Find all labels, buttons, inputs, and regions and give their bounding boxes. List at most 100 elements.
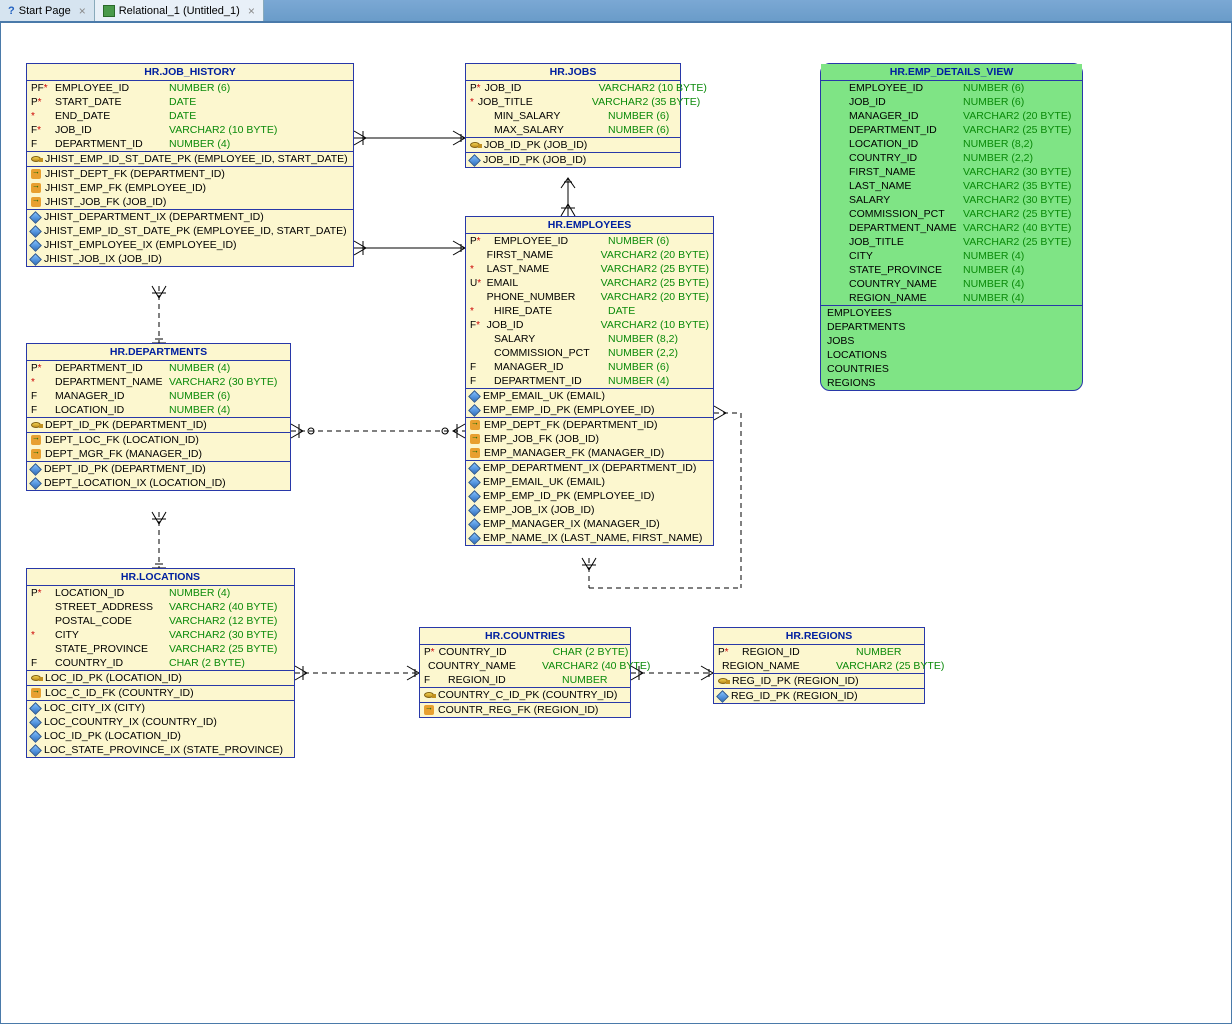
- idx-label: JOB_ID_PK (JOB_ID): [483, 154, 586, 166]
- row: U*EMAILVARCHAR2 (25 BYTE): [466, 276, 713, 290]
- index-icon: [468, 490, 481, 503]
- col-name: FIRST_NAME: [849, 166, 959, 178]
- row: STATE_PROVINCEVARCHAR2 (25 BYTE): [27, 642, 294, 656]
- fk-label: LOC_C_ID_FK (COUNTRY_ID): [45, 687, 194, 699]
- col-name: DEPARTMENT_NAME: [849, 222, 959, 234]
- columns-section: P*JOB_IDVARCHAR2 (10 BYTE)*JOB_TITLEVARC…: [466, 81, 680, 138]
- fk-section: LOC_C_ID_FK (COUNTRY_ID): [27, 686, 294, 701]
- col-type: NUMBER (2,2): [963, 152, 1033, 164]
- col-name: STATE_PROVINCE: [55, 643, 165, 655]
- row: LOC_C_ID_FK (COUNTRY_ID): [27, 686, 294, 700]
- row: EMP_EMAIL_UK (EMAIL): [466, 475, 713, 489]
- entity-departments[interactable]: HR.DEPARTMENTS P*DEPARTMENT_IDNUMBER (4)…: [26, 343, 291, 491]
- index-icon: [468, 518, 481, 531]
- col-type: VARCHAR2 (10 BYTE): [169, 124, 277, 136]
- tab-label: Start Page: [19, 5, 71, 17]
- idx-section: REG_ID_PK (REGION_ID): [714, 689, 924, 703]
- entity-regions[interactable]: HR.REGIONS P*REGION_IDNUMBERREGION_NAMEV…: [713, 627, 925, 704]
- col-flags: P*: [424, 647, 435, 658]
- idx-label: EMP_JOB_IX (JOB_ID): [483, 504, 594, 516]
- fk-label: DEPT_MGR_FK (MANAGER_ID): [45, 448, 202, 460]
- col-name: DEPARTMENT_ID: [849, 124, 959, 136]
- col-type: VARCHAR2 (30 BYTE): [169, 629, 277, 641]
- row: LAST_NAMEVARCHAR2 (35 BYTE): [821, 179, 1082, 193]
- fk-label: COUNTR_REG_FK (REGION_ID): [438, 704, 598, 716]
- col-type: NUMBER (4): [963, 292, 1024, 304]
- row: EMP_NAME_IX (LAST_NAME, FIRST_NAME): [466, 531, 713, 545]
- diagram-canvas[interactable]: HR.JOB_HISTORY PF*EMPLOYEE_IDNUMBER (6)P…: [0, 22, 1232, 1024]
- entity-title: HR.REGIONS: [714, 628, 924, 645]
- col-type: NUMBER (6): [608, 124, 669, 136]
- col-flags: F: [31, 405, 51, 416]
- row: FDEPARTMENT_IDNUMBER (4): [466, 374, 713, 388]
- row: JHIST_EMP_ID_ST_DATE_PK (EMPLOYEE_ID, ST…: [27, 224, 353, 238]
- col-name: COUNTRY_NAME: [428, 660, 538, 672]
- idx-label: EMP_NAME_IX (LAST_NAME, FIRST_NAME): [483, 532, 702, 544]
- row: DEPARTMENT_NAME VARCHAR2 (40 BYTE): [821, 221, 1082, 235]
- col-name: EMAIL: [487, 277, 597, 289]
- col-name: CITY: [55, 629, 165, 641]
- tab-relational[interactable]: Relational_1 (Untitled_1) ×: [95, 0, 264, 21]
- col-name: STATE_PROVINCE: [849, 264, 959, 276]
- col-flags: F*: [470, 320, 483, 331]
- entity-job-history[interactable]: HR.JOB_HISTORY PF*EMPLOYEE_IDNUMBER (6)P…: [26, 63, 354, 267]
- entity-locations[interactable]: HR.LOCATIONS P*LOCATION_IDNUMBER (4)STRE…: [26, 568, 295, 758]
- col-type: VARCHAR2 (25 BYTE): [601, 263, 709, 275]
- close-icon[interactable]: ×: [248, 4, 255, 18]
- fk-label: EMP_JOB_FK (JOB_ID): [484, 433, 599, 445]
- fk-section: DEPT_LOC_FK (LOCATION_ID)DEPT_MGR_FK (MA…: [27, 433, 290, 462]
- columns-section: P*COUNTRY_IDCHAR (2 BYTE)COUNTRY_NAMEVAR…: [420, 645, 630, 688]
- index-icon: [29, 253, 42, 266]
- col-name: END_DATE: [55, 110, 165, 122]
- uk-section: EMP_EMAIL_UK (EMAIL)EMP_EMP_ID_PK (EMPLO…: [466, 389, 713, 418]
- index-icon: [468, 532, 481, 545]
- columns-section: EMPLOYEE_IDNUMBER (6)JOB_IDNUMBER (6)MAN…: [821, 81, 1082, 306]
- index-icon: [468, 462, 481, 475]
- col-name: COUNTRY_ID: [55, 657, 165, 669]
- tab-label: Relational_1 (Untitled_1): [119, 5, 240, 17]
- col-name: REGION_ID: [448, 674, 558, 686]
- idx-label: EMP_EMAIL_UK (EMAIL): [483, 390, 605, 402]
- row: P*REGION_IDNUMBER: [714, 645, 924, 659]
- fk-icon: [470, 434, 480, 444]
- row: FDEPARTMENT_IDNUMBER (4): [27, 137, 353, 151]
- entity-countries[interactable]: HR.COUNTRIES P*COUNTRY_IDCHAR (2 BYTE)CO…: [419, 627, 631, 718]
- row: LOC_ID_PK (LOCATION_ID): [27, 671, 294, 685]
- dep-label: JOBS: [827, 335, 854, 347]
- index-icon: [468, 154, 481, 167]
- tab-bar: ? Start Page × Relational_1 (Untitled_1)…: [0, 0, 1232, 22]
- tab-start-page[interactable]: ? Start Page ×: [0, 0, 95, 21]
- row: STREET_ADDRESSVARCHAR2 (40 BYTE): [27, 600, 294, 614]
- row: LOC_STATE_PROVINCE_IX (STATE_PROVINCE): [27, 743, 294, 757]
- row: JHIST_DEPARTMENT_IX (DEPARTMENT_ID): [27, 210, 353, 224]
- row: EMP_EMP_ID_PK (EMPLOYEE_ID): [466, 489, 713, 503]
- col-name: REGION_NAME: [722, 660, 832, 672]
- fk-label: EMP_MANAGER_FK (MANAGER_ID): [484, 447, 664, 459]
- close-icon[interactable]: ×: [79, 4, 86, 18]
- col-flags: F: [31, 658, 51, 669]
- col-type: VARCHAR2 (20 BYTE): [963, 110, 1071, 122]
- key-icon: [470, 142, 480, 148]
- col-flags: *: [31, 377, 51, 388]
- row: COUNTR_REG_FK (REGION_ID): [420, 703, 630, 717]
- key-icon: [31, 422, 41, 428]
- row: FIRST_NAMEVARCHAR2 (20 BYTE): [466, 248, 713, 262]
- col-type: VARCHAR2 (40 BYTE): [963, 222, 1071, 234]
- entity-title: HR.EMP_DETAILS_VIEW: [821, 64, 1082, 81]
- dep-label: COUNTRIES: [827, 363, 889, 375]
- row: LOCATIONS: [821, 348, 1082, 362]
- fk-label: JHIST_EMP_FK (EMPLOYEE_ID): [45, 182, 206, 194]
- row: DEPT_ID_PK (DEPARTMENT_ID): [27, 418, 290, 432]
- fk-label: JHIST_DEPT_FK (DEPARTMENT_ID): [45, 168, 225, 180]
- col-flags: P*: [31, 363, 51, 374]
- entity-emp-details-view[interactable]: HR.EMP_DETAILS_VIEW EMPLOYEE_IDNUMBER (6…: [820, 63, 1083, 391]
- col-type: VARCHAR2 (25 BYTE): [963, 208, 1071, 220]
- row: JOB_TITLEVARCHAR2 (25 BYTE): [821, 235, 1082, 249]
- entity-employees[interactable]: HR.EMPLOYEES P*EMPLOYEE_IDNUMBER (6)FIRS…: [465, 216, 714, 546]
- entity-jobs[interactable]: HR.JOBS P*JOB_IDVARCHAR2 (10 BYTE)*JOB_T…: [465, 63, 681, 168]
- row: EMP_JOB_IX (JOB_ID): [466, 503, 713, 517]
- row: LOC_CITY_IX (CITY): [27, 701, 294, 715]
- col-name: DEPARTMENT_NAME: [55, 376, 165, 388]
- row: REGION_NAMEVARCHAR2 (25 BYTE): [714, 659, 924, 673]
- col-type: NUMBER (8,2): [963, 138, 1033, 150]
